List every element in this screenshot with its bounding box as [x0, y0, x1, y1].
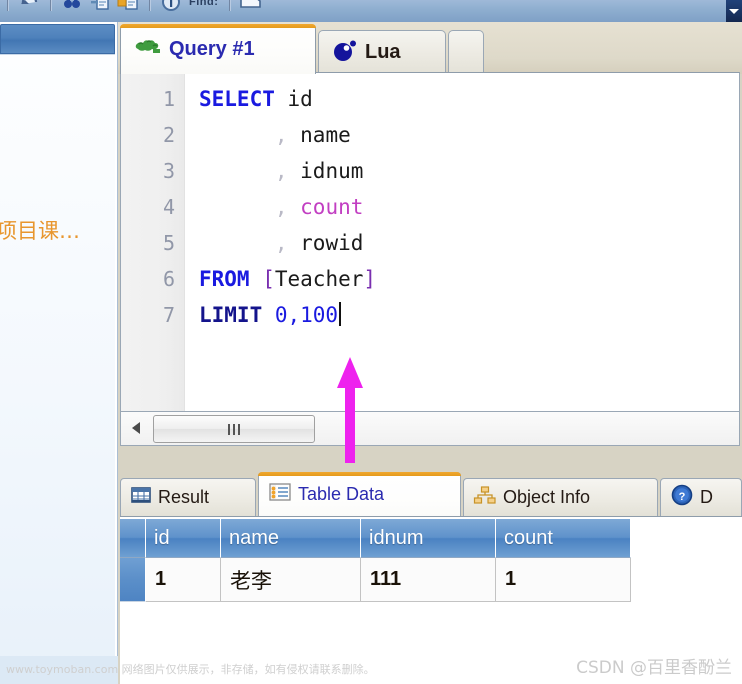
toolbar-separator: [149, 0, 150, 11]
tab-result[interactable]: Result: [120, 478, 256, 516]
help-question-icon: ?: [670, 483, 694, 512]
tab-query-1-label: Query #1: [169, 38, 255, 60]
tab-table-data[interactable]: Table Data: [258, 472, 461, 516]
grid-corner-cell[interactable]: [120, 519, 146, 558]
line-number: 5: [162, 231, 175, 255]
lua-moon-icon: [331, 37, 359, 68]
result-tab-strip: Result Table Data Object Info ? D: [118, 472, 742, 516]
grid-table-icon: [130, 485, 152, 510]
code-line-4: , count: [199, 195, 364, 219]
code-line-2: , name: [199, 123, 351, 147]
result-panel: Result Table Data Object Info ? D id nam…: [118, 446, 742, 684]
info-icon[interactable]: [158, 0, 184, 13]
line-number: 7: [162, 303, 175, 327]
editor-gutter: 1 2 3 4 5 6 7: [121, 73, 185, 411]
tab-query-1[interactable]: Query #1: [120, 24, 316, 74]
column-header-count[interactable]: count: [496, 519, 631, 558]
watermark-left: www.toymoban.com 网络图片仅供展示，非存储，如有侵权请联系删除。: [6, 663, 375, 676]
toolbar-overflow-button[interactable]: [726, 0, 742, 22]
grip-icon: [228, 423, 240, 435]
text-caret: [339, 302, 342, 326]
line-number: 1: [162, 87, 175, 111]
tab-ddl-label: D: [700, 487, 713, 507]
svg-text:?: ?: [679, 491, 686, 503]
tab-object-info-label: Object Info: [503, 487, 591, 507]
top-toolbar: Find:: [0, 0, 742, 23]
code-line-3: , idnum: [199, 159, 364, 183]
table-row[interactable]: 1 老李 111 1: [120, 558, 631, 602]
cell-idnum[interactable]: 111: [361, 558, 496, 602]
script-run-icon[interactable]: [87, 0, 113, 13]
binoculars-icon[interactable]: [59, 0, 85, 13]
column-header-idnum[interactable]: idnum: [361, 519, 496, 558]
table-data-icon: [268, 481, 292, 508]
line-number: 6: [162, 267, 175, 291]
grid-header-row: id name idnum count: [120, 519, 631, 558]
toolbar-separator: [50, 0, 51, 11]
sidebar-tree[interactable]: 项目课…: [0, 54, 115, 675]
tab-lua[interactable]: Lua: [318, 30, 446, 74]
editor-horizontal-scrollbar[interactable]: [120, 412, 740, 446]
query-tab-strip: Query #1 Lua: [118, 22, 742, 74]
code-line-7: LIMIT 0,100: [199, 297, 342, 333]
code-line-1: SELECT id: [199, 87, 313, 111]
code-line-6: FROM [Teacher]: [199, 267, 377, 291]
sidebar-tree-node-label[interactable]: 项目课…: [0, 215, 80, 245]
tab-ddl[interactable]: ? D: [660, 478, 742, 516]
main-panel: Query #1 Lua 1 2 3 4 5 6 7 SELECT id , n…: [118, 22, 742, 684]
tab-lua-label: Lua: [365, 41, 401, 63]
code-line-5: , rowid: [199, 231, 364, 255]
editor-code-area[interactable]: SELECT id , name , idnum , count , rowid…: [185, 73, 739, 411]
line-number: 2: [162, 123, 175, 147]
row-selector[interactable]: [120, 558, 146, 602]
script-explain-icon[interactable]: [115, 0, 141, 13]
cell-count[interactable]: 1: [496, 558, 631, 602]
column-header-id[interactable]: id: [146, 519, 221, 558]
tab-object-info[interactable]: Object Info: [463, 478, 658, 516]
scroll-thumb[interactable]: [153, 415, 315, 443]
object-tree-icon: [473, 485, 497, 510]
chevron-down-icon: [729, 8, 739, 14]
cell-name[interactable]: 老李: [221, 558, 361, 602]
column-header-name[interactable]: name: [221, 519, 361, 558]
scroll-left-arrow-icon[interactable]: [125, 417, 147, 439]
line-number: 4: [162, 195, 175, 219]
tab-table-data-label: Table Data: [298, 484, 385, 504]
sql-query-icon: [133, 36, 163, 63]
watermark-right: CSDN @百里香酚兰: [576, 658, 732, 678]
tab-new-query[interactable]: [448, 30, 484, 74]
tab-result-label: Result: [158, 487, 210, 507]
undo-icon[interactable]: [16, 0, 42, 13]
toolbar-separator: [7, 0, 8, 11]
find-label: Find:: [189, 0, 219, 8]
sql-editor[interactable]: 1 2 3 4 5 6 7 SELECT id , name , idnum ,…: [120, 72, 740, 412]
data-grid: id name idnum count 1 老李 111 1: [120, 519, 631, 602]
magenta-up-arrow-annotation: [330, 355, 370, 465]
line-number: 3: [162, 159, 175, 183]
toolbar-separator: [229, 0, 231, 11]
sidebar-header-bar[interactable]: [0, 24, 115, 54]
new-window-icon[interactable]: [238, 0, 264, 13]
toolbar-buttons: Find:: [0, 0, 265, 22]
left-sidebar: 项目课…: [0, 22, 118, 684]
cell-id[interactable]: 1: [146, 558, 221, 602]
